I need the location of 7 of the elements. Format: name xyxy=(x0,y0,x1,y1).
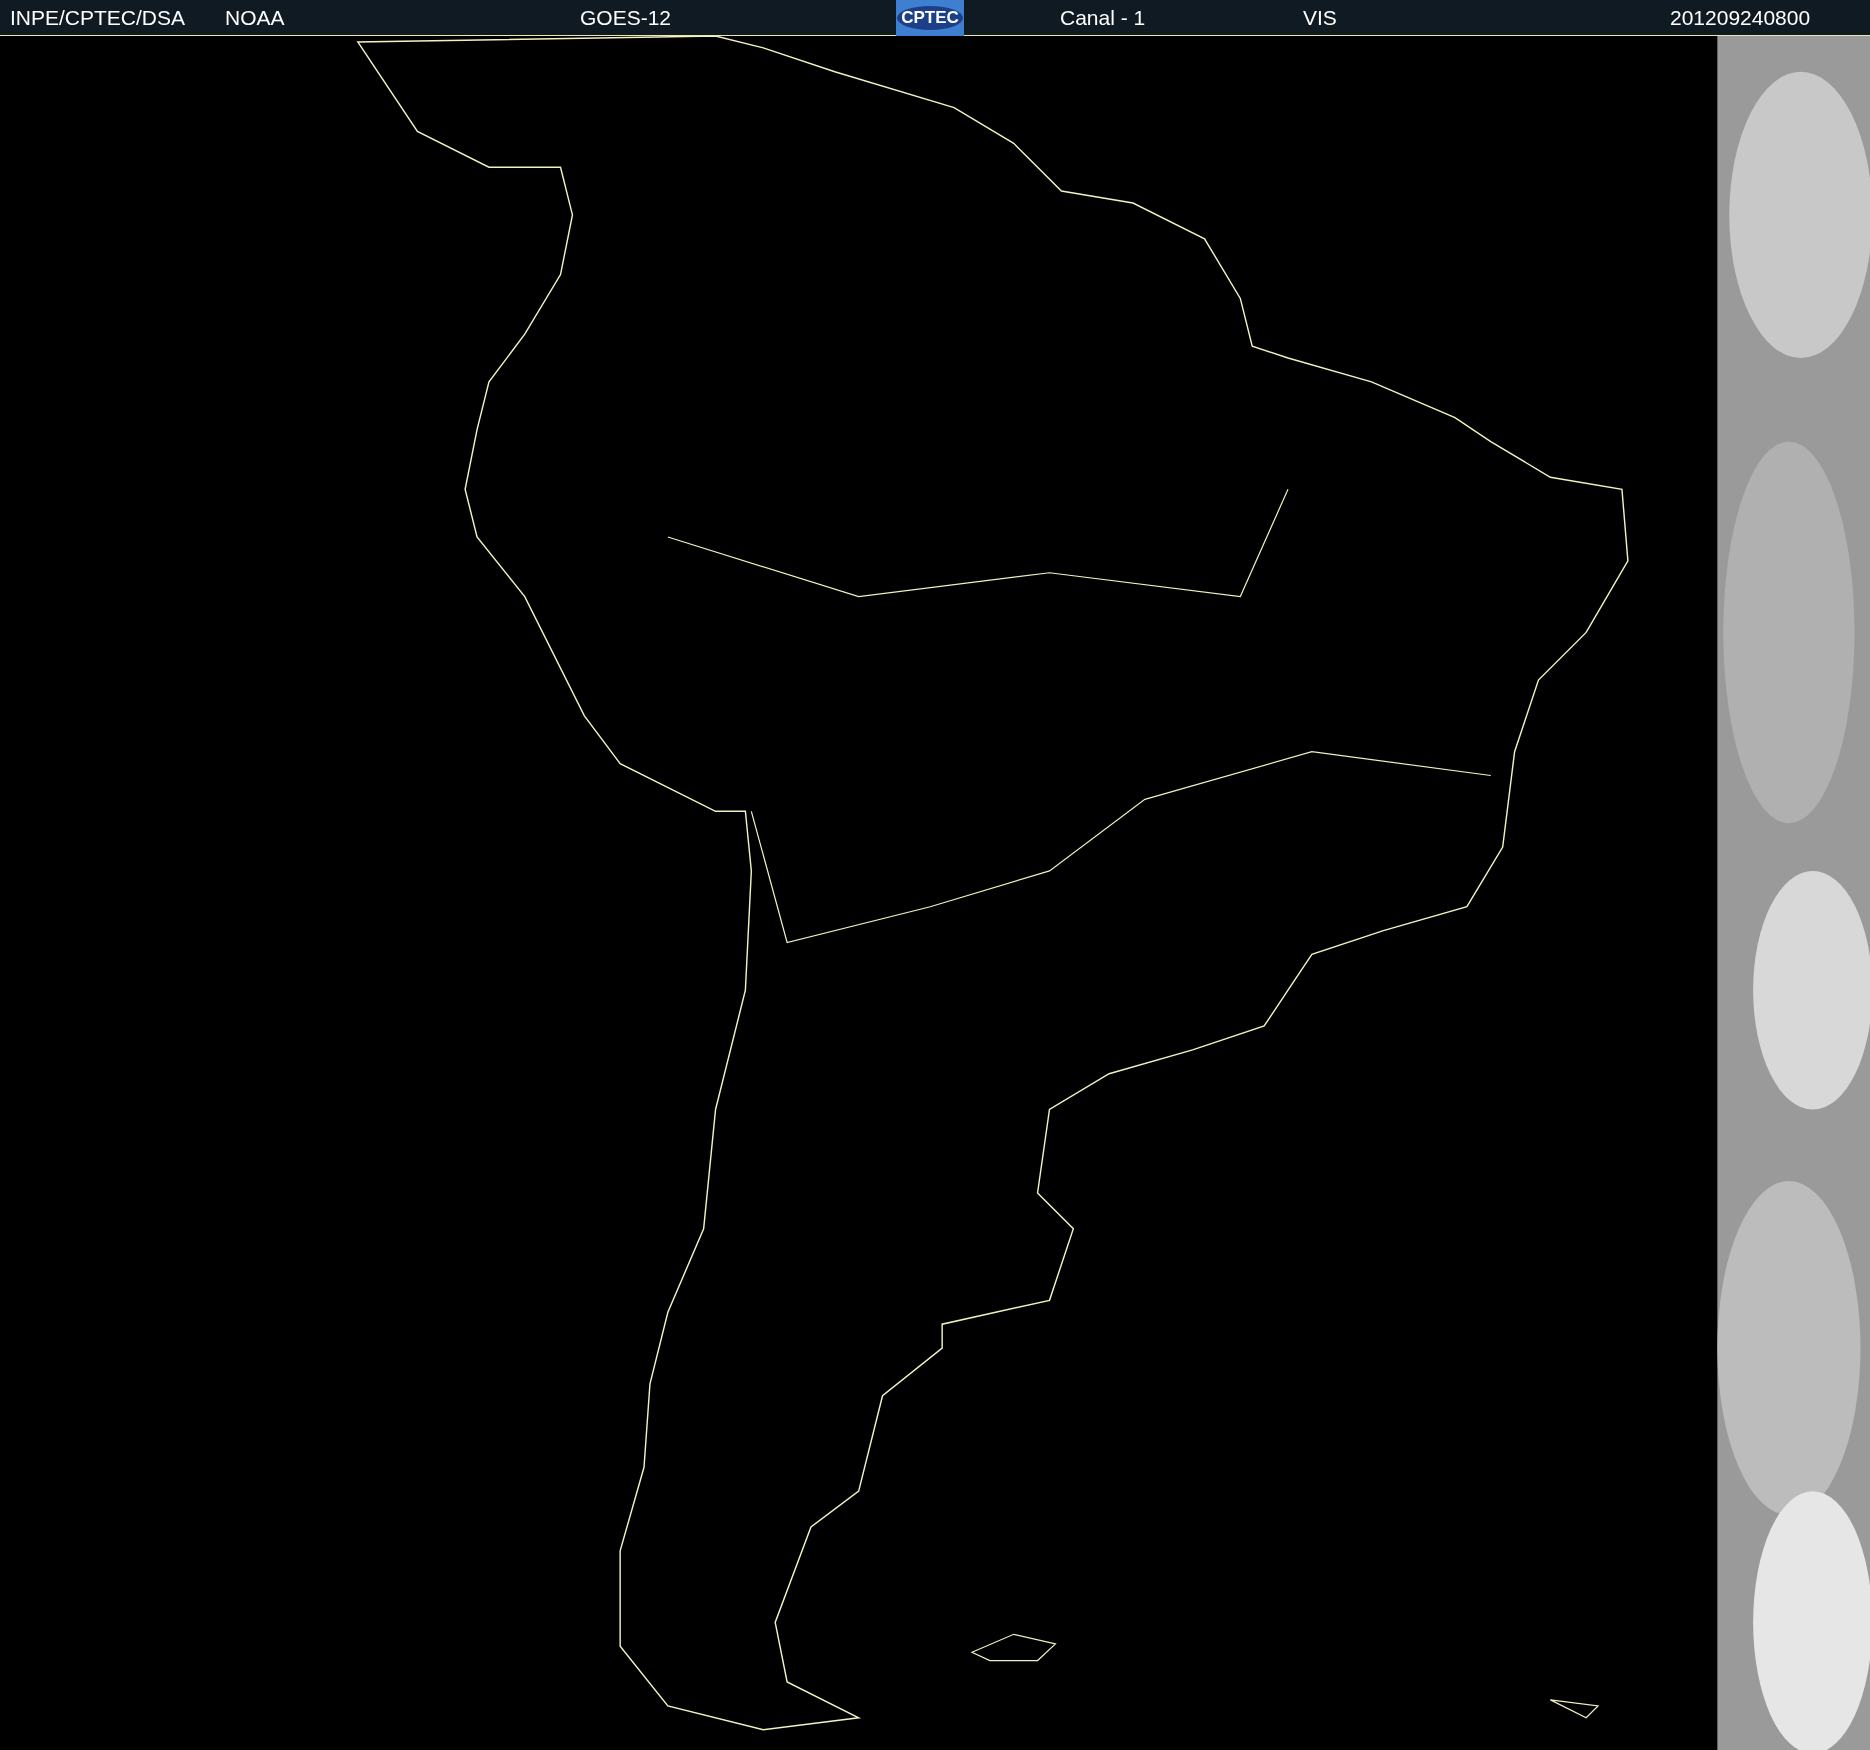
header-label: INPE/CPTEC/DSA xyxy=(10,5,186,30)
header-label: 201209240800 xyxy=(1670,5,1811,30)
header-label: Canal - 1 xyxy=(1060,5,1146,30)
header-label: NOAA xyxy=(225,5,285,30)
header-label: GOES-12 xyxy=(580,5,672,30)
logo: CPTEC xyxy=(896,0,964,36)
header-label: VIS xyxy=(1303,5,1337,30)
